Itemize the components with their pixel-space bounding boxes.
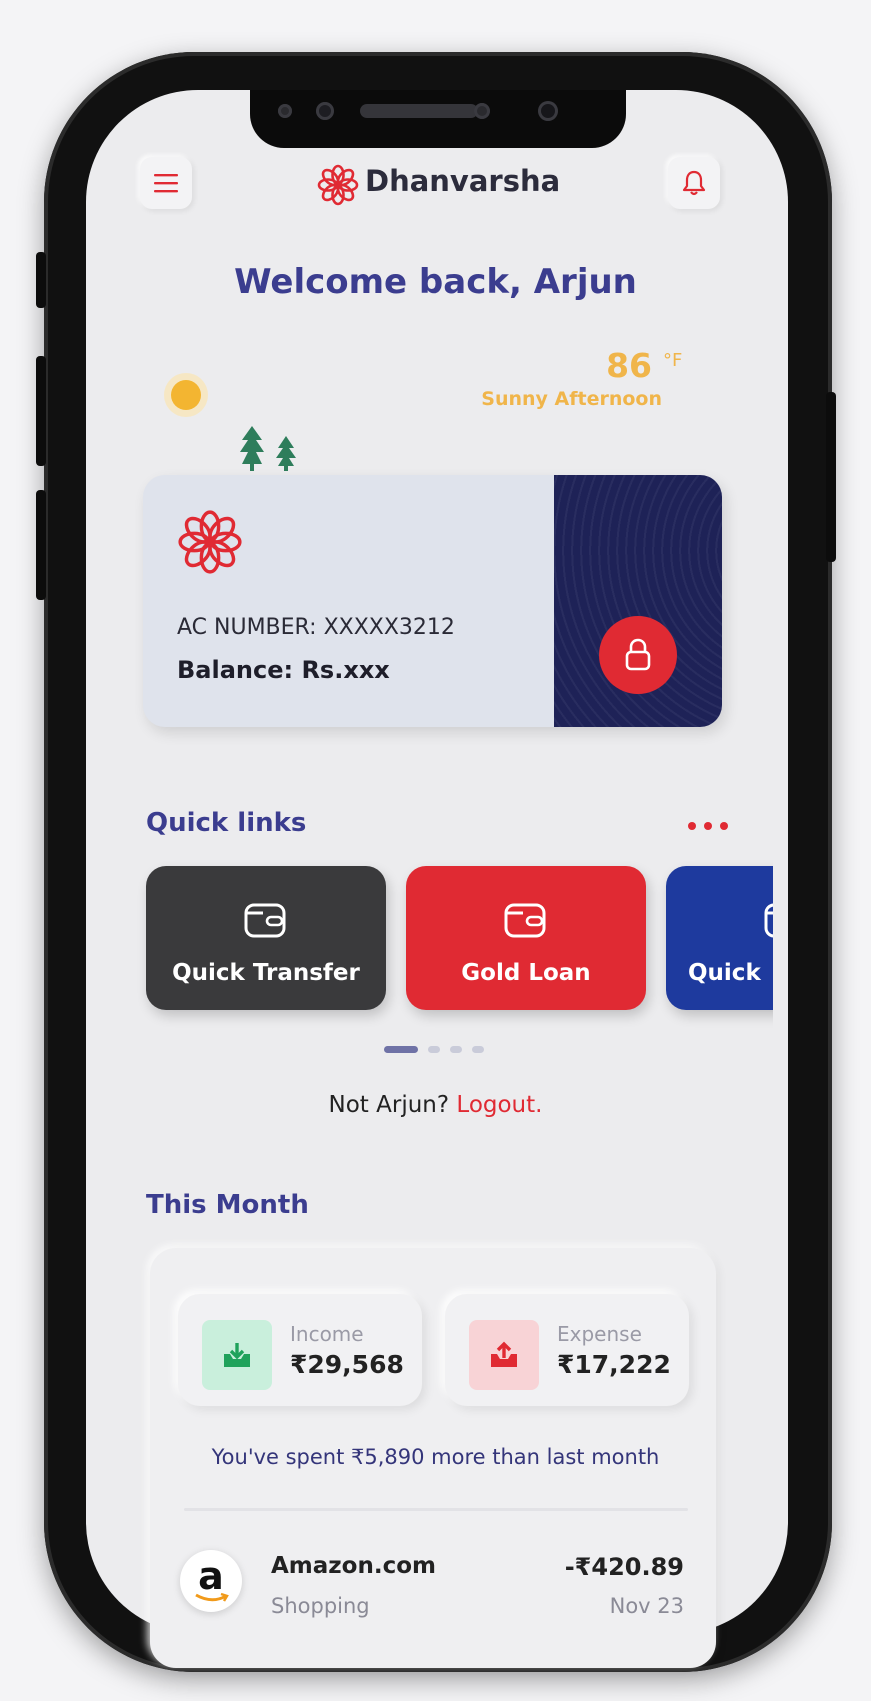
more-dots-icon[interactable] [686,820,730,832]
account-balance: Balance: Rs.xxx [177,656,390,684]
transaction-amount: -₹420.89 [564,1553,684,1581]
income-label: Income [290,1322,364,1346]
sun-icon [164,373,208,417]
expense-value: ₹17,222 [557,1350,671,1379]
trees-icon [240,426,296,471]
carousel-dot-active[interactable] [384,1046,418,1053]
welcome-heading: Welcome back, Arjun [234,262,637,302]
quick-links-carousel[interactable]: Quick Transfer Gold Loan Quick [0,860,773,1030]
divider [184,1508,688,1511]
logout-prompt: Not Arjun? Logout. [0,1092,871,1118]
quick-link-quick-transfer[interactable]: Quick Transfer [146,866,386,1010]
income-icon-box [202,1320,272,1390]
spending-comparison-note: You've spent ₹5,890 more than last month [211,1445,660,1469]
quick-link-gold-loan[interactable]: Gold Loan [406,866,646,1010]
wallet-icon [764,903,773,938]
front-sensor [278,104,292,118]
wallet-icon [504,903,546,938]
account-number: AC NUMBER: XXXXX3212 [177,615,455,640]
card-logo-icon [178,510,242,574]
brand-logo-icon [317,164,359,206]
amazon-smile-icon [195,1592,229,1602]
income-card[interactable]: Income ₹29,568 [178,1294,422,1406]
logout-link[interactable]: Logout. [456,1092,542,1118]
transaction-merchant: Amazon.com [271,1553,436,1579]
this-month-title: This Month [146,1190,309,1220]
quick-link-label: Gold Loan [461,960,591,986]
quick-link-label: Quick [688,960,761,986]
weather-condition: Sunny Afternoon [481,388,662,410]
expense-card[interactable]: Expense ₹17,222 [445,1294,689,1406]
menu-button[interactable] [140,157,192,209]
carousel-dot[interactable] [428,1046,440,1053]
download-tray-icon [224,1343,250,1367]
merchant-logo: a [180,1550,242,1612]
notifications-button[interactable] [668,157,720,209]
carousel-dot[interactable] [472,1046,484,1053]
side-button-power [826,392,836,562]
expense-label: Expense [557,1322,642,1346]
front-camera-secondary [538,101,558,121]
wallet-icon [244,903,286,938]
proximity-sensor [474,103,490,119]
upload-tray-icon [491,1341,517,1367]
quick-link-label: Quick Transfer [172,960,360,986]
account-card[interactable]: AC NUMBER: XXXXX3212 Balance: Rs.xxx [143,475,722,727]
side-button-volume-up [36,356,46,466]
side-button-volume-down [36,490,46,600]
brand-name: Dhanvarsha [365,164,561,198]
quick-link-quick[interactable]: Quick [666,866,773,1010]
lock-icon [625,638,651,671]
temperature-value: 86 [606,346,652,385]
phone-notch [250,90,626,148]
carousel-dot[interactable] [450,1046,462,1053]
front-camera [316,102,334,120]
earpiece-speaker [360,104,478,118]
temperature-unit: °F [663,350,683,371]
logout-prompt-text: Not Arjun? [328,1092,450,1118]
income-value: ₹29,568 [290,1350,404,1379]
transaction-category: Shopping [271,1594,370,1618]
quick-links-title: Quick links [146,808,307,838]
bell-icon [682,170,706,196]
transaction-date: Nov 23 [609,1594,684,1618]
balance-lock-button[interactable] [599,616,677,694]
expense-icon-box [469,1320,539,1390]
hamburger-menu-icon [154,174,178,193]
